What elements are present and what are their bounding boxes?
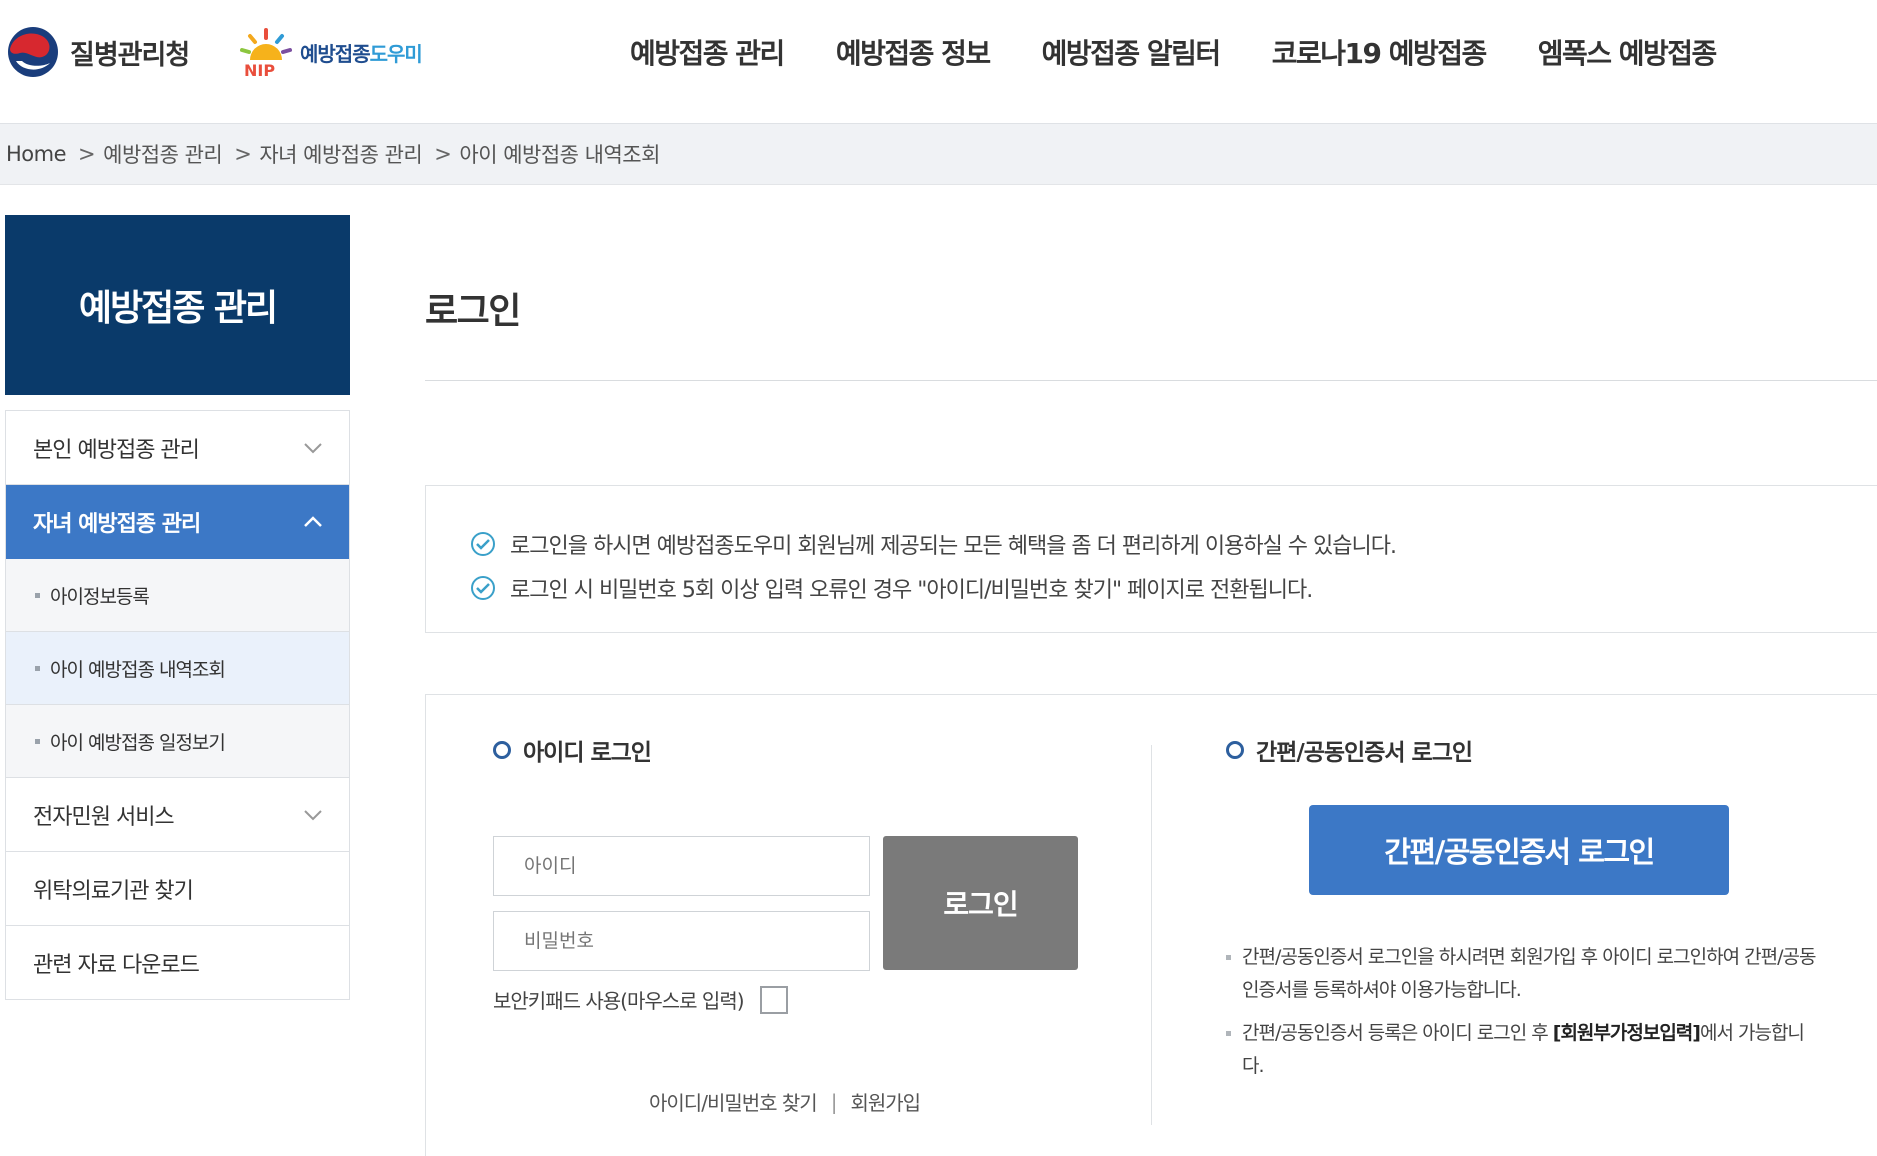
sidebar-item-find-clinic[interactable]: 위탁의료기관 찾기 bbox=[6, 852, 349, 926]
breadcrumb-separator: > bbox=[434, 142, 452, 166]
cert-note-1: 간편/공동인증서 로그인을 하시려면 회원가입 후 아이디 로그인하여 간편/공… bbox=[1226, 941, 1816, 1007]
breadcrumb-separator: > bbox=[78, 142, 96, 166]
nav-vaccination-info[interactable]: 예방접종 정보 bbox=[836, 32, 991, 72]
cert-login-title: 간편/공동인증서 로그인 bbox=[1256, 740, 1473, 766]
find-id-password-link[interactable]: 아이디/비밀번호 찾기 bbox=[649, 1087, 818, 1116]
kdca-logo[interactable]: 질병관리청 bbox=[6, 24, 190, 80]
bullet-icon bbox=[35, 665, 40, 671]
section-divider bbox=[1151, 745, 1152, 1125]
bullet-icon bbox=[1226, 1031, 1231, 1036]
sidebar-title: 예방접종 관리 bbox=[5, 215, 350, 395]
site-header: 질병관리청 NIP 예방접종도우미 예방접종 관리 예방접종 정보 예방접종 알… bbox=[0, 0, 1877, 123]
nav-covid19-vaccination[interactable]: 코로나19 예방접종 bbox=[1272, 32, 1488, 72]
notice-text: 로그인을 하시면 예방접종도우미 회원님께 제공되는 모든 혜택을 좀 더 편리… bbox=[510, 534, 1397, 559]
sidebar-subitem-label: 아이정보등록 bbox=[50, 585, 150, 608]
breadcrumb: Home > 예방접종 관리 > 자녀 예방접종 관리 > 아이 예방접종 내역… bbox=[0, 123, 1877, 185]
id-login-title: 아이디 로그인 bbox=[523, 740, 652, 766]
sidebar-item-label: 자녀 예방접종 관리 bbox=[33, 511, 201, 537]
cert-login-button[interactable]: 간편/공동인증서 로그인 bbox=[1309, 805, 1729, 895]
sidebar-subitem-label: 아이 예방접종 내역조회 bbox=[50, 658, 226, 681]
sidebar-item-e-civil-service[interactable]: 전자민원 서비스 bbox=[6, 778, 349, 852]
breadcrumb-home[interactable]: Home bbox=[6, 142, 67, 166]
nip-sun-icon: NIP bbox=[240, 28, 292, 78]
check-circle-icon bbox=[471, 576, 495, 600]
main-nav: 예방접종 관리 예방접종 정보 예방접종 알림터 코로나19 예방접종 엠폭스 … bbox=[630, 28, 1768, 76]
cert-note-2: 간편/공동인증서 등록은 아이디 로그인 후 [회원부가정보입력]에서 가능합니… bbox=[1226, 1017, 1816, 1083]
circle-bullet-icon bbox=[1226, 741, 1244, 759]
sidebar-item-label: 전자민원 서비스 bbox=[33, 804, 175, 830]
chevron-down-icon bbox=[304, 443, 322, 454]
bullet-icon bbox=[35, 592, 40, 598]
notice-item: 로그인 시 비밀번호 5회 이상 입력 오류인 경우 "아이디/비밀번호 찾기"… bbox=[470, 570, 1877, 606]
login-panel: 아이디 로그인 로그인 보안키패드 사용(마우스로 입력) 아이디/비밀번호 찾… bbox=[425, 694, 1877, 1156]
sidebar-subitem-child-register[interactable]: 아이정보등록 bbox=[6, 559, 349, 632]
notice-text: 로그인 시 비밀번호 5회 이상 입력 오류인 경우 "아이디/비밀번호 찾기"… bbox=[510, 578, 1313, 603]
join-link[interactable]: 회원가입 bbox=[850, 1087, 921, 1116]
nav-vaccination-management[interactable]: 예방접종 관리 bbox=[630, 32, 785, 72]
sidebar-item-label: 위탁의료기관 찾기 bbox=[33, 878, 194, 904]
breadcrumb-separator: > bbox=[234, 142, 252, 166]
sidebar-item-self-vaccination[interactable]: 본인 예방접종 관리 bbox=[6, 411, 349, 485]
sidebar-item-label: 본인 예방접종 관리 bbox=[33, 437, 200, 463]
sidebar-menu: 본인 예방접종 관리 자녀 예방접종 관리 아이정보등록 아이 예방접종 내역조… bbox=[5, 410, 350, 1000]
id-login-heading: 아이디 로그인 bbox=[493, 733, 652, 767]
bullet-icon bbox=[1226, 955, 1231, 960]
sidebar-subitem-label: 아이 예방접종 일정보기 bbox=[50, 731, 226, 754]
page-title: 로그인 bbox=[425, 291, 521, 332]
login-notice-box: 로그인을 하시면 예방접종도우미 회원님께 제공되는 모든 혜택을 좀 더 편리… bbox=[425, 485, 1877, 633]
sidebar-item-downloads[interactable]: 관련 자료 다운로드 bbox=[6, 926, 349, 1000]
chevron-up-icon bbox=[304, 516, 322, 527]
secure-keypad-checkbox[interactable] bbox=[759, 985, 788, 1014]
nip-name-part-a: 예방접종 bbox=[300, 41, 371, 66]
link-separator: | bbox=[830, 1089, 838, 1114]
sidebar-item-label: 관련 자료 다운로드 bbox=[33, 952, 200, 978]
nip-name: 예방접종도우미 bbox=[300, 38, 423, 67]
nav-vaccination-notice[interactable]: 예방접종 알림터 bbox=[1042, 32, 1222, 72]
breadcrumb-item-child-management[interactable]: 자녀 예방접종 관리 bbox=[259, 139, 422, 169]
sidebar-subitem-child-schedule[interactable]: 아이 예방접종 일정보기 bbox=[6, 705, 349, 778]
password-input[interactable] bbox=[493, 911, 870, 971]
circle-bullet-icon bbox=[493, 741, 511, 759]
kdca-name: 질병관리청 bbox=[70, 39, 190, 71]
nav-mpox-vaccination[interactable]: 엠폭스 예방접종 bbox=[1538, 32, 1718, 72]
kdca-emblem-icon bbox=[8, 27, 58, 77]
nip-logo[interactable]: NIP 예방접종도우미 bbox=[236, 24, 423, 80]
cert-login-heading: 간편/공동인증서 로그인 bbox=[1226, 733, 1473, 767]
nip-name-part-b: 도우미 bbox=[369, 41, 423, 66]
secure-keypad-label: 보안키패드 사용(마우스로 입력) bbox=[493, 989, 745, 1013]
sidebar-item-child-vaccination[interactable]: 자녀 예방접종 관리 bbox=[6, 485, 349, 559]
cert-note-text-pre: 간편/공동인증서 등록은 아이디 로그인 후 bbox=[1242, 1022, 1553, 1044]
check-circle-icon bbox=[471, 532, 495, 556]
login-button[interactable]: 로그인 bbox=[883, 836, 1078, 970]
breadcrumb-item-vaccination-management[interactable]: 예방접종 관리 bbox=[103, 139, 223, 169]
breadcrumb-item-current[interactable]: 아이 예방접종 내역조회 bbox=[459, 139, 660, 169]
chevron-down-icon bbox=[304, 810, 322, 821]
id-input[interactable] bbox=[493, 836, 870, 896]
title-divider bbox=[425, 380, 1877, 381]
nip-letters: NIP bbox=[244, 61, 275, 78]
notice-item: 로그인을 하시면 예방접종도우미 회원님께 제공되는 모든 혜택을 좀 더 편리… bbox=[470, 526, 1877, 562]
secure-keypad-option: 보안키패드 사용(마우스로 입력) bbox=[493, 985, 788, 1014]
account-links: 아이디/비밀번호 찾기 | 회원가입 bbox=[649, 1087, 921, 1116]
member-extra-info-emphasis: [회원부가정보입력] bbox=[1552, 1022, 1701, 1044]
cert-note-text: 간편/공동인증서 로그인을 하시려면 회원가입 후 아이디 로그인하여 간편/공… bbox=[1242, 946, 1816, 1001]
bullet-icon bbox=[35, 738, 40, 744]
sidebar-subitem-child-history[interactable]: 아이 예방접종 내역조회 bbox=[6, 632, 349, 705]
